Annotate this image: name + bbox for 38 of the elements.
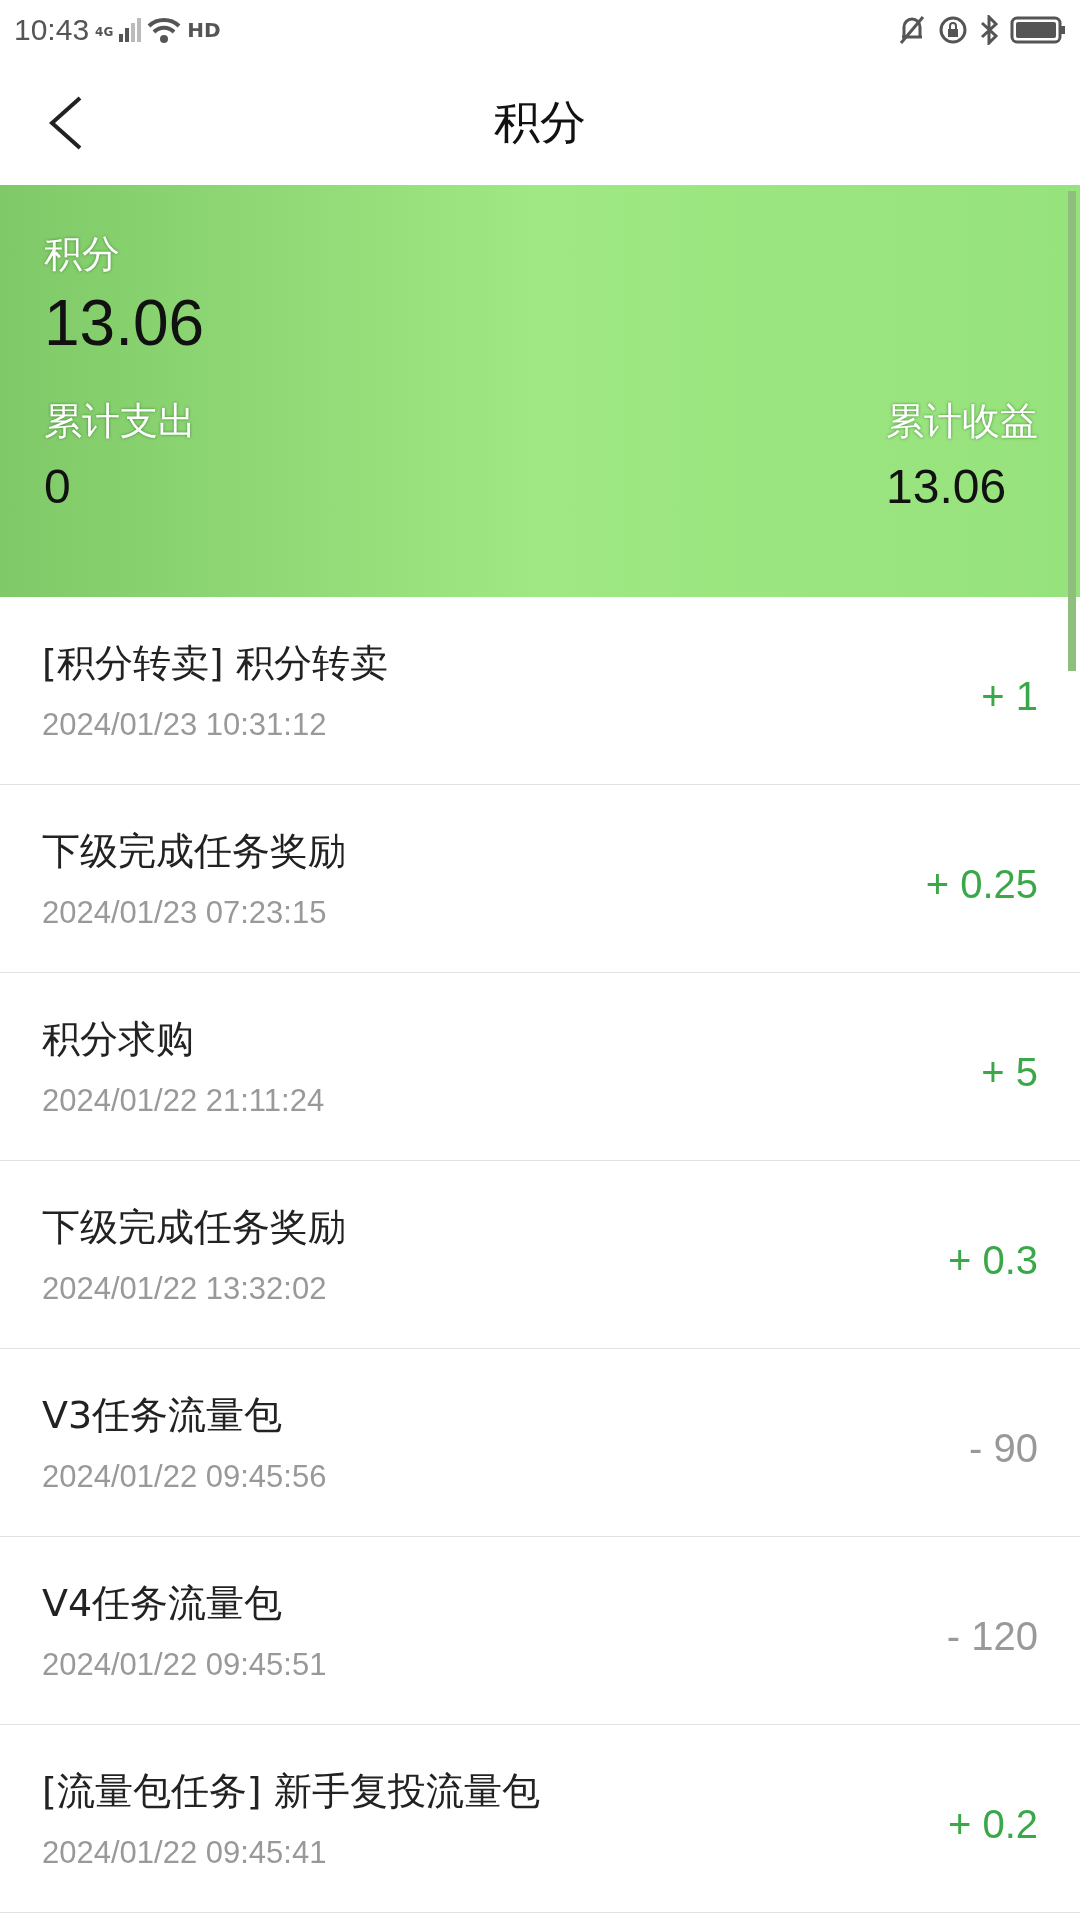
status-time: 10:43 <box>14 13 90 47</box>
record-title: 积分求购 <box>42 1016 195 1063</box>
rotation-lock-icon <box>938 15 968 45</box>
record-amount: - 120 <box>946 1614 1038 1659</box>
wifi-icon <box>147 17 182 43</box>
battery-icon <box>1010 16 1066 44</box>
record-time: 2024/01/22 09:45:51 <box>42 1647 327 1683</box>
record-time: 2024/01/23 07:23:15 <box>42 895 328 931</box>
bluetooth-icon <box>980 15 998 45</box>
record-time: 2024/01/22 13:32:02 <box>42 1271 328 1307</box>
earned-label: 累计收益 <box>886 398 1038 445</box>
record-title: [积分转卖] 积分转卖 <box>42 640 388 687</box>
points-value: 13.06 <box>44 286 206 360</box>
record-amount: + 0.2 <box>947 1802 1038 1847</box>
record-amount: + 5 <box>981 1050 1038 1095</box>
record-amount: + 0.3 <box>947 1238 1038 1283</box>
earned-value: 13.06 <box>886 459 1007 514</box>
record-time: 2024/01/22 09:45:56 <box>42 1459 327 1495</box>
points-label: 积分 <box>44 231 121 278</box>
signal-icon <box>119 18 142 42</box>
hd-label: HD <box>187 18 221 42</box>
back-icon[interactable] <box>48 96 84 150</box>
spent-value: 0 <box>44 459 72 514</box>
record-title: V4任务流量包 <box>42 1580 284 1627</box>
record-title: 下级完成任务奖励 <box>42 1204 346 1251</box>
record-time: 2024/01/23 10:31:12 <box>42 707 328 743</box>
record-amount: + 0.25 <box>925 862 1038 907</box>
record-title: 下级完成任务奖励 <box>42 828 346 875</box>
record-time: 2024/01/22 21:11:24 <box>42 1083 325 1119</box>
spent-label: 累计支出 <box>44 398 196 445</box>
record-time: 2024/01/22 09:45:41 <box>42 1835 328 1871</box>
network-label: 4G <box>95 25 114 39</box>
record-amount: + 1 <box>981 674 1038 719</box>
page-title: 积分 <box>494 93 586 151</box>
record-title: [流量包任务] 新手复投流量包 <box>42 1768 540 1815</box>
muted-bell-icon <box>898 15 926 45</box>
record-amount: - 90 <box>969 1426 1038 1471</box>
record-title: V3任务流量包 <box>42 1392 284 1439</box>
